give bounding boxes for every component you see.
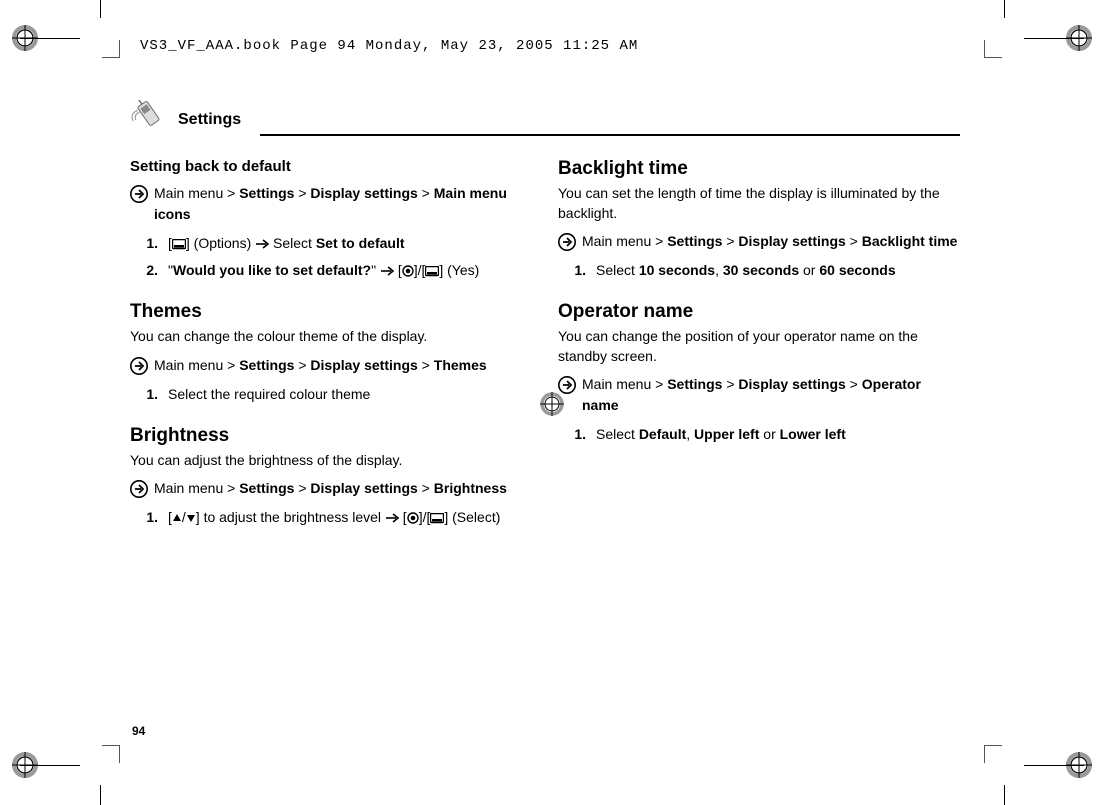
nav-arrow-icon <box>558 233 576 251</box>
step: 1. [] (Options) Select Set to default <box>140 233 530 254</box>
description: You can change the position of your oper… <box>558 327 958 366</box>
crop-mark-icon <box>984 18 1024 58</box>
arrow-right-icon <box>380 261 394 271</box>
step: 1. [/] to adjust the brightness level []… <box>140 507 530 528</box>
step: 1. Select Default, Upper left or Lower l… <box>568 424 958 445</box>
description: You can set the length of time the displ… <box>558 184 958 223</box>
page-header: Settings <box>130 100 960 130</box>
nav-arrow-icon <box>130 357 148 375</box>
step: 1. Select the required colour theme <box>140 384 530 405</box>
down-key-icon <box>186 508 196 518</box>
page-title: Settings <box>178 111 241 129</box>
center-key-icon <box>402 262 414 274</box>
step: 2. "Would you like to set default?" []/[… <box>140 260 530 281</box>
heading-operator: Operator name <box>558 301 958 323</box>
up-key-icon <box>172 508 182 518</box>
left-column: Setting back to default Main menu > Sett… <box>130 158 530 534</box>
softkey-icon <box>430 509 444 520</box>
arrow-right-icon <box>255 234 269 244</box>
crop-mark-icon <box>984 745 1024 785</box>
nav-item: Settings <box>239 185 294 201</box>
nav-arrow-icon <box>130 185 148 203</box>
softkey-icon <box>172 235 186 246</box>
nav-item: Display settings <box>310 185 417 201</box>
crop-mark-icon <box>80 745 120 785</box>
step-number: 1. <box>140 233 158 254</box>
description: You can change the colour theme of the d… <box>130 327 530 347</box>
heading-themes: Themes <box>130 301 530 323</box>
crop-mark-icon <box>80 18 120 58</box>
phone-icon <box>130 100 168 130</box>
nav-path: Main menu > Settings > Display settings … <box>558 374 958 416</box>
arrow-right-icon <box>385 508 399 518</box>
page-content: Settings Setting back to default Main me… <box>130 100 960 534</box>
page-number: 94 <box>132 724 145 738</box>
description: You can adjust the brightness of the dis… <box>130 451 530 471</box>
softkey-icon <box>425 262 439 273</box>
right-column: Backlight time You can set the length of… <box>558 158 958 534</box>
print-header: VS3_VF_AAA.book Page 94 Monday, May 23, … <box>140 38 638 54</box>
step: 1. Select 10 seconds, 30 seconds or 60 s… <box>568 260 958 281</box>
step-number: 2. <box>140 260 158 281</box>
nav-arrow-icon <box>130 480 148 498</box>
nav-prefix: Main menu > <box>154 185 239 201</box>
heading-brightness: Brightness <box>130 425 530 447</box>
nav-path: Main menu > Settings > Display settings … <box>558 231 958 252</box>
nav-path: Main menu > Settings > Display settings … <box>130 183 530 225</box>
nav-path: Main menu > Settings > Display settings … <box>130 355 530 376</box>
center-key-icon <box>407 509 419 521</box>
heading-setting-back: Setting back to default <box>130 158 530 175</box>
heading-backlight: Backlight time <box>558 158 958 180</box>
nav-path: Main menu > Settings > Display settings … <box>130 478 530 499</box>
nav-arrow-icon <box>558 376 576 394</box>
header-rule <box>130 134 960 136</box>
